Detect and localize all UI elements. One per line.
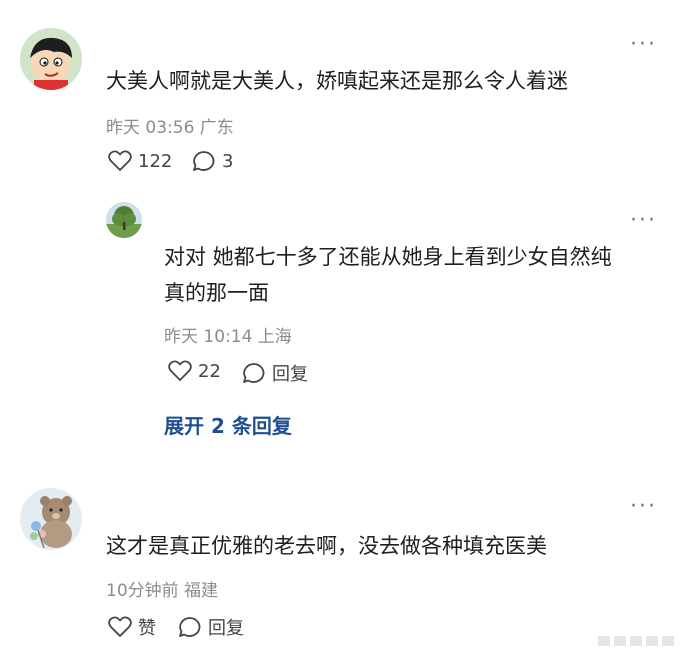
- more-options-icon[interactable]: ···: [630, 34, 657, 56]
- like-button[interactable]: 22: [168, 360, 221, 382]
- comment-meta: 10分钟前 福建: [106, 581, 219, 601]
- comment-text: 大美人啊就是大美人，娇嗔起来还是那么令人着迷: [106, 69, 568, 93]
- comment-meta: 昨天 03:56 广东: [106, 118, 234, 138]
- comment-bubble-icon: [193, 151, 215, 171]
- heart-icon: [108, 150, 132, 171]
- comment-bubble-icon: [243, 363, 265, 383]
- reply-label: 回复: [272, 364, 308, 385]
- cartoon-boy-avatar-icon: [20, 28, 82, 90]
- avatar[interactable]: [20, 28, 82, 90]
- comment-text: 这才是真正优雅的老去啊，没去做各种填充医美: [106, 534, 547, 558]
- avatar[interactable]: [20, 488, 82, 550]
- reply-label: 回复: [208, 618, 244, 639]
- expand-replies-link[interactable]: 展开 2 条回复: [164, 410, 292, 439]
- reply-text-line1: 对对 她都七十多了还能从她身上看到少女自然纯: [164, 245, 612, 269]
- more-options-icon[interactable]: ···: [630, 210, 657, 232]
- avatar[interactable]: [106, 202, 142, 238]
- reply-text-line2: 真的那一面: [164, 281, 269, 305]
- watermark: [596, 630, 680, 652]
- like-label: 赞: [138, 618, 156, 639]
- watermark-icon: [598, 636, 674, 646]
- more-options-icon[interactable]: ···: [630, 496, 657, 518]
- like-count: 122: [138, 150, 173, 172]
- reply-count: 3: [222, 150, 234, 172]
- reply-meta: 昨天 10:14 上海: [164, 327, 292, 347]
- reply-button[interactable]: 回复: [242, 360, 308, 386]
- comment-bubble-icon: [179, 617, 201, 637]
- reply-button[interactable]: 回复: [178, 614, 244, 640]
- tree-avatar-icon: [106, 202, 142, 238]
- like-button[interactable]: 赞: [108, 614, 156, 640]
- teddy-bear-avatar-icon: [20, 488, 82, 550]
- heart-icon: [108, 616, 132, 637]
- reply-button[interactable]: 3: [192, 150, 233, 172]
- like-count: 22: [198, 360, 221, 382]
- like-button[interactable]: 122: [108, 150, 172, 172]
- heart-icon: [168, 360, 192, 381]
